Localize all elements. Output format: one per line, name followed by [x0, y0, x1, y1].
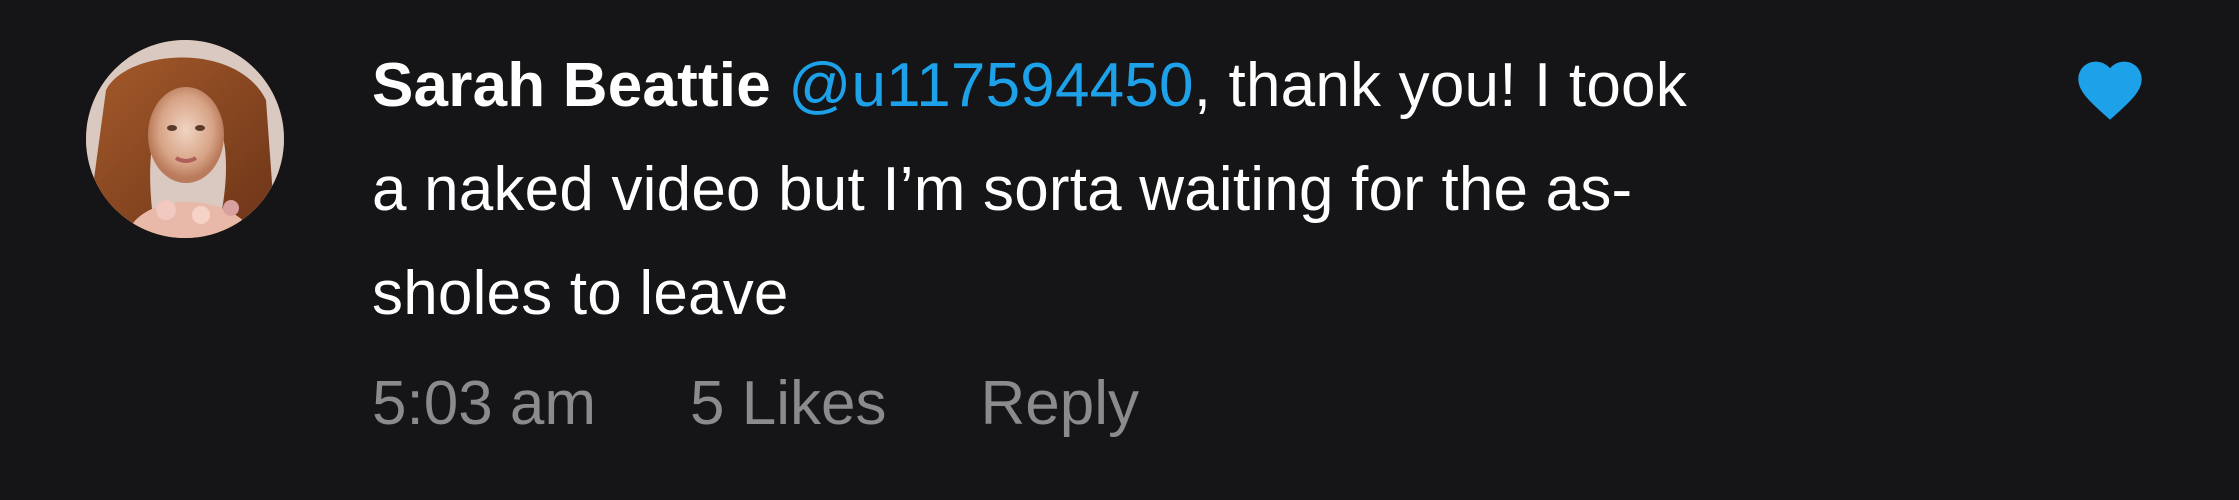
comment-item: Sarah Beattie @u117594450, thank you! I … — [0, 0, 2239, 500]
mention-link[interactable]: @u117594450 — [788, 51, 1193, 120]
avatar[interactable] — [86, 40, 284, 238]
comment-text-line1: , thank you! I took — [1193, 51, 1687, 120]
likes-count[interactable]: 5 Likes — [690, 352, 886, 456]
comment-meta: 5:03 am 5 Likes Reply — [372, 352, 1139, 456]
comment-text-line2: a naked video but I’m sorta waiting for … — [372, 155, 1633, 224]
comment-text: Sarah Beattie @u117594450, thank you! I … — [372, 34, 1932, 346]
heart-icon — [2078, 61, 2142, 120]
comment-body: Sarah Beattie @u117594450, thank you! I … — [372, 34, 1932, 346]
timestamp: 5:03 am — [372, 369, 597, 438]
author-name[interactable]: Sarah Beattie — [372, 51, 771, 120]
comment-text-line3: sholes to leave — [372, 259, 789, 328]
avatar-image — [86, 40, 284, 238]
reply-button[interactable]: Reply — [980, 352, 1139, 456]
like-button[interactable] — [2072, 52, 2148, 122]
